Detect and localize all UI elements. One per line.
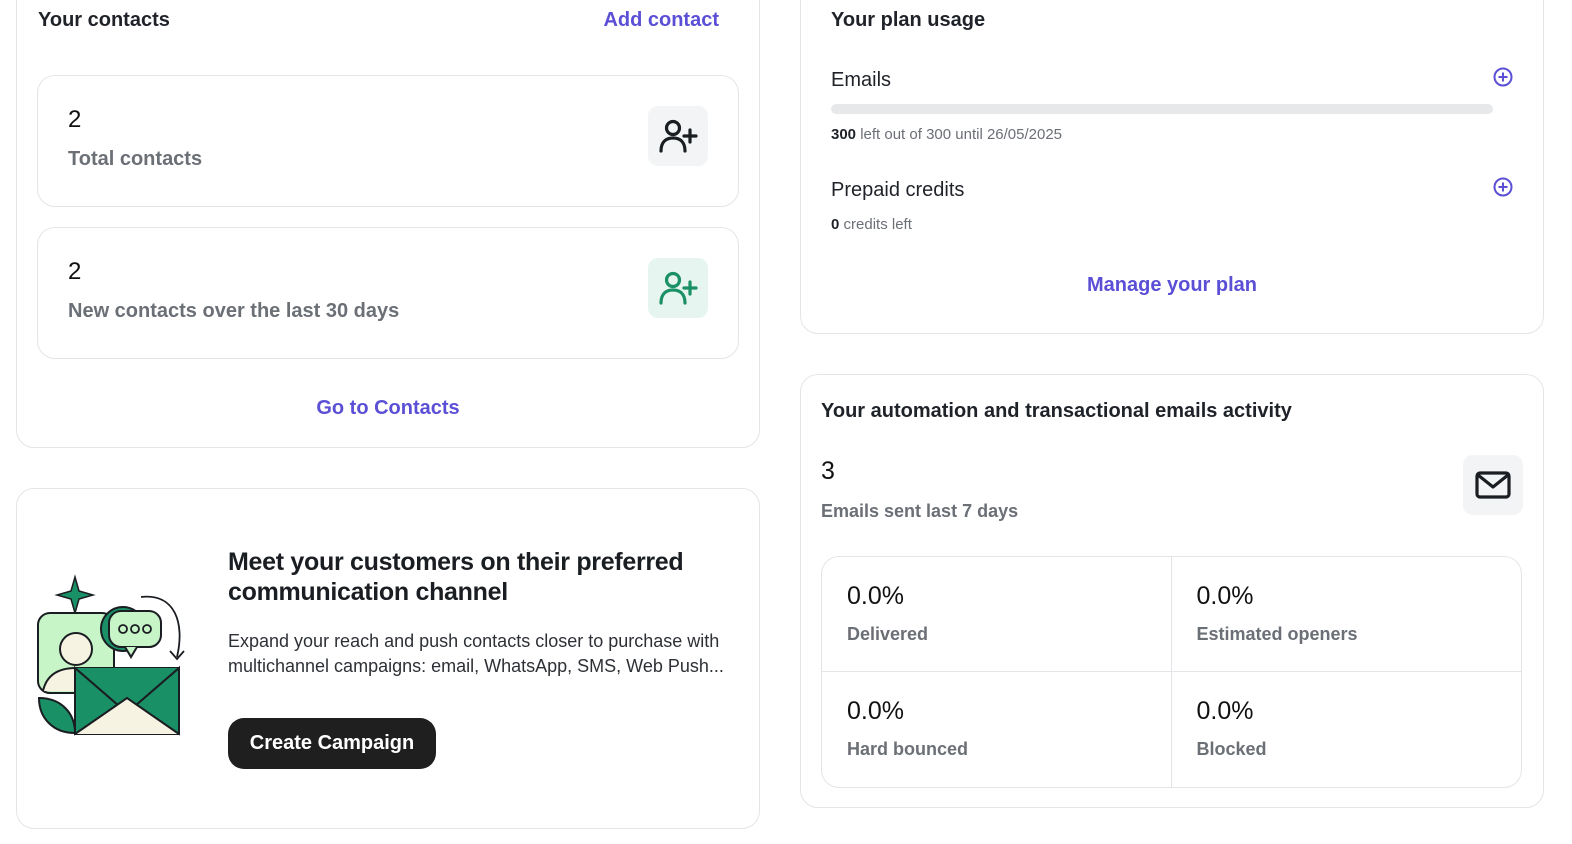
- stat-label: Delivered: [847, 624, 929, 644]
- new-contacts-label: New contacts over the last 30 days: [68, 300, 400, 322]
- multichannel-illustration: [35, 573, 195, 738]
- add-user-green-icon: [648, 258, 708, 318]
- create-campaign-button[interactable]: Create Campaign: [228, 718, 436, 769]
- emails-sent-value: 3: [821, 457, 835, 485]
- contacts-title: Your contacts: [38, 9, 170, 31]
- credits-left-text: credits left: [839, 216, 912, 233]
- campaign-title: Meet your customers on their preferred c…: [228, 548, 684, 606]
- envelope-icon: [1463, 455, 1523, 515]
- activity-stats-grid: 0.0% Delivered 0.0% Estimated openers 0.…: [821, 556, 1522, 788]
- stat-value: 0.0%: [1196, 582, 1254, 610]
- contacts-card: Your contacts Add contact 2 Total contac…: [16, 0, 760, 448]
- campaign-description: Expand your reach and push contacts clos…: [228, 631, 724, 676]
- activity-title: Your automation and transactional emails…: [821, 400, 1292, 422]
- add-emails-icon[interactable]: [1493, 67, 1513, 87]
- stat-value: 0.0%: [847, 697, 904, 725]
- add-contact-link[interactable]: Add contact: [603, 9, 719, 32]
- emails-left-value: 300: [831, 126, 857, 143]
- total-contacts-value: 2: [68, 106, 82, 133]
- stat-hard-bounced: 0.0% Hard bounced: [822, 672, 1172, 787]
- new-contacts-box: 2 New contacts over the last 30 days: [37, 227, 739, 359]
- go-to-contacts-link[interactable]: Go to Contacts: [17, 397, 759, 420]
- emails-sent-label: Emails sent last 7 days: [821, 501, 1019, 521]
- plan-usage-card: Your plan usage Emails 300 left out of 3…: [800, 0, 1544, 334]
- total-contacts-box: 2 Total contacts: [37, 75, 739, 207]
- stat-value: 0.0%: [847, 582, 904, 610]
- stat-value: 0.0%: [1196, 697, 1254, 725]
- plan-title: Your plan usage: [831, 9, 986, 31]
- emails-left-text: left out of 300 until 26/05/2025: [856, 126, 1063, 143]
- stat-label: Estimated openers: [1196, 624, 1358, 644]
- new-contacts-value: 2: [68, 258, 82, 285]
- stat-delivered: 0.0% Delivered: [822, 557, 1172, 672]
- add-credits-icon[interactable]: [1493, 177, 1513, 197]
- stat-estimated-openers: 0.0% Estimated openers: [1171, 557, 1521, 672]
- credits-remaining-text: 0 credits left: [831, 216, 912, 233]
- campaign-card: Meet your customers on their preferred c…: [16, 488, 760, 829]
- emails-label: Emails: [831, 69, 892, 91]
- total-contacts-label: Total contacts: [68, 148, 203, 170]
- stat-label: Blocked: [1196, 739, 1267, 759]
- stat-label: Hard bounced: [847, 739, 969, 759]
- emails-remaining-text: 300 left out of 300 until 26/05/2025: [831, 126, 1062, 143]
- stat-blocked: 0.0% Blocked: [1172, 672, 1522, 787]
- add-user-icon: [648, 106, 708, 166]
- emails-usage-bar: [831, 104, 1493, 114]
- manage-plan-link[interactable]: Manage your plan: [801, 274, 1543, 297]
- prepaid-credits-label: Prepaid credits: [831, 179, 965, 201]
- email-activity-card: Your automation and transactional emails…: [800, 374, 1544, 808]
